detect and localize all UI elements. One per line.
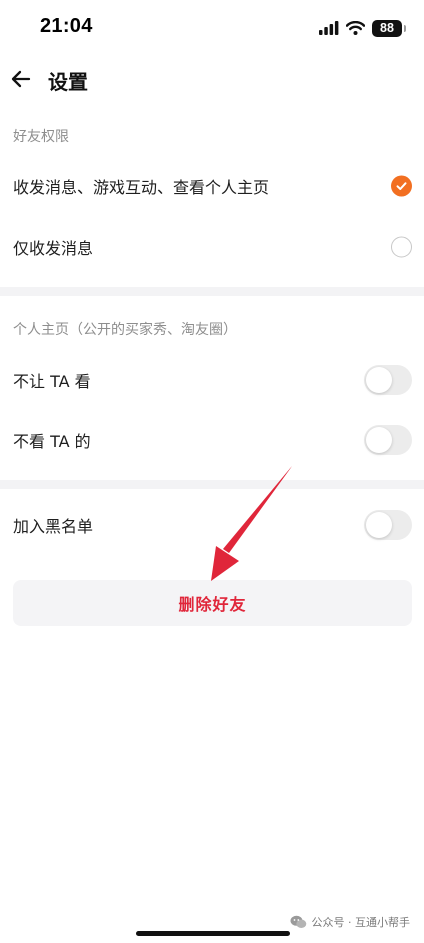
toggle-knob [366, 367, 392, 393]
status-icons: 88 [319, 18, 406, 38]
section-divider [0, 480, 424, 489]
permission-option-full[interactable]: 收发消息、游戏互动、查看个人主页 [0, 156, 424, 216]
blacklist-toggle[interactable] [364, 510, 412, 540]
setting-blacklist-label: 加入黑名单 [13, 517, 94, 536]
setting-dont-see-ta[interactable]: 不看 TA 的 [0, 410, 424, 470]
battery-indicator: 88 [372, 19, 406, 37]
toggle-knob [366, 427, 392, 453]
watermark-text: 公众号 · 互通小帮手 [311, 916, 411, 929]
battery-level: 88 [380, 20, 394, 35]
delete-friend-button[interactable]: 删除好友 [13, 580, 412, 626]
status-bar: 21:04 88 [0, 0, 424, 58]
back-arrow-icon[interactable] [8, 66, 34, 92]
setting-blacklist[interactable]: 加入黑名单 [0, 495, 424, 555]
wechat-icon [290, 915, 306, 928]
battery-cap [404, 24, 406, 32]
wifi-icon [346, 21, 365, 35]
delete-friend-label: 删除好友 [178, 595, 247, 614]
status-time: 21:04 [40, 15, 93, 37]
permission-option-messages-only[interactable]: 仅收发消息 [0, 217, 424, 277]
watermark: 公众号 · 互通小帮手 [290, 914, 411, 930]
radio-checked-icon[interactable] [391, 175, 412, 197]
hide-from-ta-toggle[interactable] [364, 365, 412, 395]
setting-dont-see-ta-label: 不看 TA 的 [13, 432, 91, 451]
radio-unchecked-icon[interactable] [391, 236, 412, 258]
toggle-knob [366, 512, 392, 538]
permission-option-full-label: 收发消息、游戏互动、查看个人主页 [13, 178, 270, 197]
checkmark-icon [396, 182, 407, 190]
setting-hide-from-ta-label: 不让 TA 看 [13, 372, 91, 391]
dont-see-ta-toggle[interactable] [364, 425, 412, 455]
section-header-profile: 个人主页（公开的买家秀、淘友圈） [13, 322, 237, 338]
setting-hide-from-ta[interactable]: 不让 TA 看 [0, 350, 424, 410]
home-indicator [136, 931, 290, 936]
section-header-friend-permissions: 好友权限 [13, 129, 69, 145]
permission-option-messages-only-label: 仅收发消息 [13, 239, 94, 258]
signal-icon [319, 21, 339, 35]
section-divider [0, 287, 424, 296]
page-title: 设置 [48, 70, 88, 94]
annotation-arrow-head [211, 553, 236, 580]
nav-bar: 设置 [0, 58, 424, 102]
